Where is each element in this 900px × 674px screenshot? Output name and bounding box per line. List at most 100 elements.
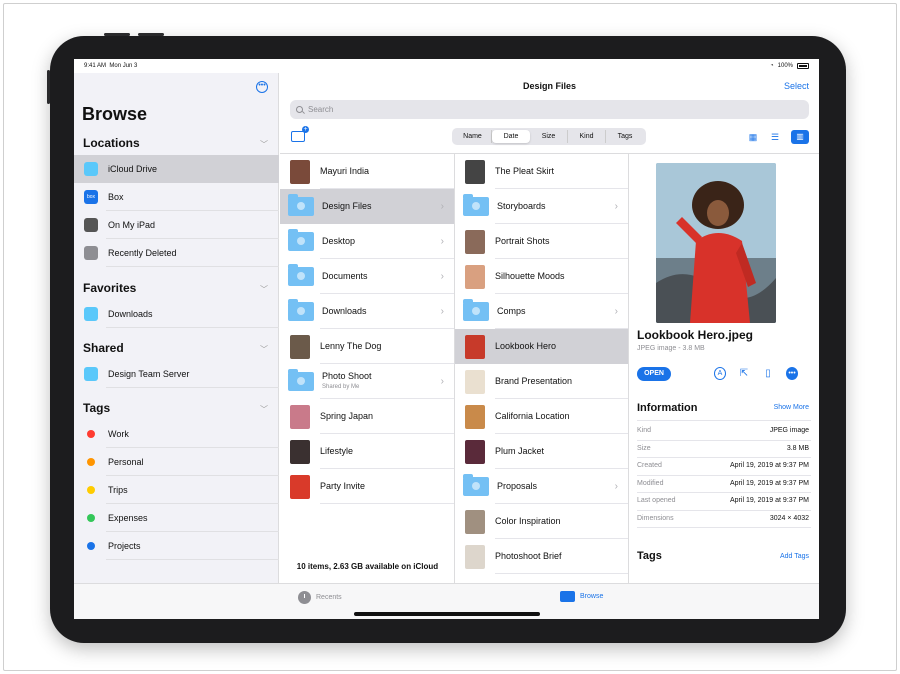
sidebar-item-personal[interactable]: Personal	[74, 448, 279, 476]
chevron-down-icon[interactable]: ﹀	[260, 404, 268, 415]
chevron-right-icon: ›	[440, 201, 444, 212]
file-thumbnail	[465, 229, 485, 254]
open-button[interactable]: OPEN	[637, 367, 671, 381]
item-label: California Location	[495, 411, 570, 421]
tab-browse[interactable]: Browse	[560, 591, 603, 602]
sort-option-kind[interactable]: Kind	[568, 130, 606, 143]
show-more-link[interactable]: Show More	[774, 404, 809, 411]
item-label: Proposals	[497, 481, 538, 491]
item-label: Brand Presentation	[495, 376, 573, 386]
sidebar-item-label: Expenses	[108, 513, 148, 523]
divider	[106, 327, 279, 328]
more-options-icon[interactable]: •••	[256, 81, 268, 93]
file-name: Lookbook Hero.jpeg	[637, 328, 754, 342]
list-view-icon[interactable]: ☰	[769, 132, 781, 142]
sidebar-item-recently-deleted[interactable]: Recently Deleted	[74, 239, 279, 267]
sidebar-item-work[interactable]: Work	[74, 420, 279, 448]
file-row[interactable]: Silhouette Moods	[455, 259, 628, 294]
folder-icon	[288, 369, 314, 391]
folder-row[interactable]: Documents ›	[280, 259, 454, 294]
file-row[interactable]: Brand Presentation	[455, 364, 628, 399]
info-row: Dimensions 3024 × 4032	[637, 510, 809, 527]
chevron-right-icon: ›	[614, 481, 618, 492]
sidebar-item-icloud-drive[interactable]: iCloud Drive	[74, 155, 279, 183]
file-thumbnail	[465, 334, 485, 359]
share-icon[interactable]: ⇱	[738, 367, 750, 380]
info-value: 3.8 MB	[786, 444, 809, 452]
document-icon[interactable]: ▯	[762, 367, 774, 380]
file-thumbnail	[290, 159, 310, 184]
add-tags-link[interactable]: Add Tags	[780, 553, 809, 560]
file-row[interactable]: The Pleat Skirt	[455, 154, 628, 189]
item-label: Lenny The Dog	[320, 341, 382, 351]
markup-icon[interactable]: A	[714, 367, 726, 380]
sidebar-item-downloads[interactable]: Downloads	[74, 300, 279, 328]
chevron-down-icon[interactable]: ﹀	[260, 284, 268, 295]
folder-icon	[288, 229, 314, 251]
file-row[interactable]: Plum Jacket	[455, 434, 628, 469]
sidebar-item-trips[interactable]: Trips	[74, 476, 279, 504]
file-row[interactable]: Lookbook Hero	[455, 329, 628, 364]
info-value: April 19, 2019 at 9:37 PM	[730, 462, 809, 469]
sidebar-item-on-my-ipad[interactable]: On My iPad	[74, 211, 279, 239]
item-label: Photo Shoot	[322, 370, 372, 381]
file-row[interactable]: Mayuri India	[280, 154, 454, 189]
file-row[interactable]: Lenny The Dog	[280, 329, 454, 364]
folder-row[interactable]: Desktop ›	[280, 224, 454, 259]
sort-option-tags[interactable]: Tags	[606, 130, 644, 143]
status-date: Mon Jun 3	[109, 63, 138, 69]
item-name: Portrait Shots	[495, 236, 550, 247]
folder-row[interactable]: Proposals ›	[455, 469, 628, 504]
chevron-down-icon[interactable]: ﹀	[260, 139, 268, 150]
folder-icon	[288, 264, 314, 286]
section-shared[interactable]: Shared	[83, 341, 124, 355]
folder-row[interactable]: Downloads ›	[280, 294, 454, 329]
item-label: Design Files	[322, 201, 372, 211]
chevron-down-icon[interactable]: ﹀	[260, 344, 268, 355]
file-thumbnail	[465, 544, 485, 569]
info-value: April 19, 2019 at 9:37 PM	[730, 497, 809, 504]
search-input[interactable]: Search	[290, 100, 809, 119]
file-row[interactable]: Lifestyle	[280, 434, 454, 469]
sort-option-size[interactable]: Size	[530, 130, 568, 143]
folder-row[interactable]: Comps ›	[455, 294, 628, 329]
info-value: April 19, 2019 at 9:37 PM	[730, 479, 809, 487]
info-key: Created	[637, 462, 662, 469]
file-row[interactable]: California Location	[455, 399, 628, 434]
select-button[interactable]: Select	[784, 81, 809, 91]
more-icon[interactable]: •••	[786, 367, 798, 380]
file-thumbnail	[465, 159, 485, 184]
sort-segmented-control: Name Date Size Kind Tags	[452, 128, 646, 145]
file-row[interactable]: Party Invite	[280, 469, 454, 504]
sidebar-item-design-team-server[interactable]: Design Team Server	[74, 360, 279, 388]
folder-row[interactable]: Design Files ›	[280, 189, 454, 224]
section-locations[interactable]: Locations	[83, 136, 140, 150]
home-indicator[interactable]	[354, 612, 540, 616]
file-thumbnail	[290, 404, 310, 429]
item-name: Storyboards	[497, 201, 546, 212]
preview-image[interactable]	[656, 163, 776, 323]
section-favorites[interactable]: Favorites	[83, 281, 136, 295]
item-label: Portrait Shots	[495, 236, 550, 246]
column-1: 10 items, 2.63 GB available on iCloud Ma…	[280, 154, 455, 584]
file-row[interactable]: Portrait Shots	[455, 224, 628, 259]
file-row[interactable]: Photoshoot Brief	[455, 539, 628, 574]
folder-row[interactable]: Storyboards ›	[455, 189, 628, 224]
tab-recents[interactable]: Recents	[298, 591, 342, 604]
sort-option-date[interactable]: Date	[492, 130, 530, 143]
section-tags[interactable]: Tags	[83, 401, 110, 415]
new-folder-icon[interactable]	[291, 126, 309, 142]
column-view-icon[interactable]: ▥	[791, 130, 809, 144]
box-icon: box	[84, 190, 98, 204]
folder-row[interactable]: Photo Shoot Shared by Me ›	[280, 364, 454, 399]
sort-option-name[interactable]: Name	[454, 130, 492, 143]
sidebar-item-expenses[interactable]: Expenses	[74, 504, 279, 532]
sidebar-item-box[interactable]: box Box	[74, 183, 279, 211]
grid-view-icon[interactable]: ▦	[747, 132, 759, 142]
folder-icon	[463, 194, 489, 216]
status-bar: 9:41 AM Mon Jun 3 ◔ 100%	[74, 59, 819, 73]
file-row[interactable]: Color Inspiration	[455, 504, 628, 539]
file-row[interactable]: Spring Japan	[280, 399, 454, 434]
sidebar-item-projects[interactable]: Projects	[74, 532, 279, 560]
item-name: Lenny The Dog	[320, 341, 381, 352]
